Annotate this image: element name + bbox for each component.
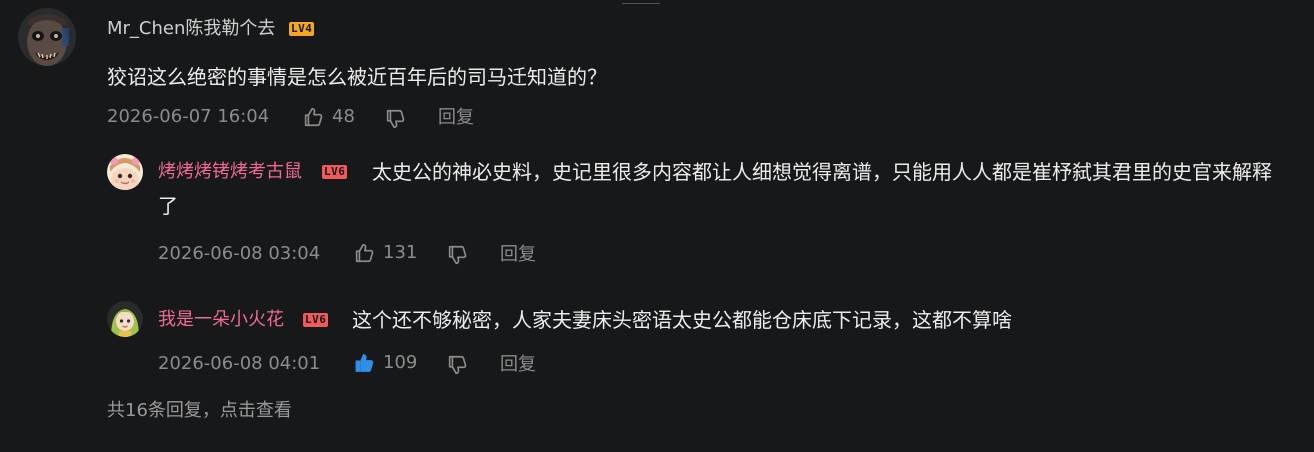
- comment-text: 这个还不够秘密，人家夫妻床头密语太史公都能仓床底下记录，这都不算啥: [352, 308, 1012, 332]
- thumbs-down-icon[interactable]: [384, 108, 406, 130]
- timestamp: 2026-06-08 03:04: [158, 243, 321, 264]
- like-count: 109: [383, 352, 418, 373]
- timestamp: 2026-06-08 04:01: [158, 353, 321, 374]
- reply-button[interactable]: 回复: [500, 244, 536, 266]
- like-count: 131: [383, 242, 418, 263]
- top-divider: [622, 0, 660, 4]
- timestamp: 2026-06-07 16:04: [107, 106, 270, 127]
- level-badge: LV6: [303, 313, 329, 327]
- comment-text-content: 太史公的神必史料，史记里很多内容都让人细想觉得离谱，只能用人人都是崔杼弑其君里的…: [158, 160, 1272, 218]
- avatar[interactable]: [107, 154, 143, 190]
- username[interactable]: 我是一朵小火花: [158, 309, 284, 331]
- thumbs-down-icon[interactable]: [446, 354, 468, 376]
- like-count: 48: [332, 106, 355, 127]
- thumbs-up-icon[interactable]: [353, 242, 375, 264]
- avatar[interactable]: [18, 8, 76, 66]
- thumbs-down-icon[interactable]: [446, 244, 468, 266]
- avatar[interactable]: [107, 301, 143, 337]
- level-badge: LV4: [289, 22, 315, 36]
- reply-button[interactable]: 回复: [500, 354, 536, 376]
- comment-text: 狡诏这么绝密的事情是怎么被近百年后的司马迁知道的？: [107, 65, 607, 89]
- reply-button[interactable]: 回复: [438, 107, 474, 129]
- comment-text: 太史公的神必史料，史记里很多内容都让人细想觉得离谱，只能用人人都是崔杼弑其君里的…: [158, 155, 1288, 223]
- thumbs-up-icon[interactable]: [302, 106, 324, 128]
- username[interactable]: Mr_Chen陈我勒个去: [107, 18, 275, 40]
- view-more-replies-link[interactable]: 共16条回复，点击查看: [107, 400, 292, 422]
- thumbs-up-icon[interactable]: [353, 352, 375, 374]
